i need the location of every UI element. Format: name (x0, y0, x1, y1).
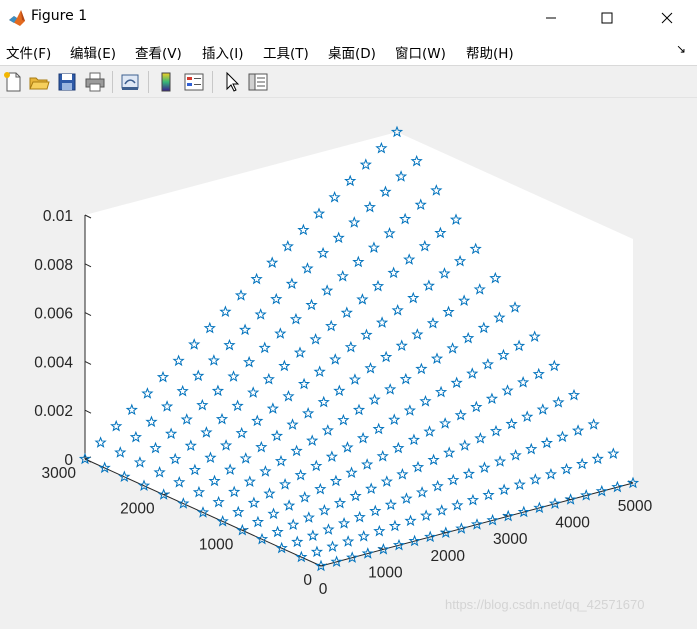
maximize-button[interactable] (584, 0, 630, 36)
watermark-text: https://blog.csdn.net/qq_42571670 (445, 597, 645, 612)
legend-icon[interactable] (183, 71, 205, 93)
colorbar-icon[interactable] (155, 71, 177, 93)
z-tick-label: 0.008 (34, 257, 73, 274)
menu-help[interactable]: 帮助(H) (466, 42, 514, 62)
z-tick-label: 0.006 (34, 306, 73, 323)
figure-canvas[interactable]: 0 1000 2000 3000 4000 5000 0 1000 2000 3000 0 0.002… (0, 97, 697, 625)
property-editor-icon[interactable] (247, 71, 269, 93)
save-icon[interactable] (56, 71, 78, 93)
dock-arrow-icon[interactable]: ↘ (676, 42, 686, 56)
menu-file[interactable]: 文件(F) (6, 42, 51, 62)
menu-edit[interactable]: 编辑(E) (70, 42, 116, 62)
print-icon[interactable] (84, 71, 106, 93)
window-title: Figure 1 (31, 8, 88, 24)
toolbar-separator (212, 71, 213, 93)
link-plot-icon[interactable] (119, 71, 141, 93)
x-tick-label: 2000 (431, 548, 466, 565)
toolbar-separator (148, 71, 149, 93)
z-tick-label: 0.004 (34, 354, 73, 371)
maximize-icon (601, 12, 613, 24)
x-tick-label: 5000 (618, 498, 653, 515)
figure-toolbar (0, 66, 697, 98)
close-icon (661, 12, 673, 24)
matlab-icon (9, 10, 25, 26)
pointer-icon[interactable] (221, 71, 243, 93)
menu-insert[interactable]: 插入(I) (202, 42, 244, 62)
toolbar-separator (112, 71, 113, 93)
menu-view[interactable]: 查看(V) (135, 42, 182, 62)
z-tick-label: 0 (64, 452, 73, 469)
close-button[interactable] (644, 0, 690, 36)
open-file-icon[interactable] (28, 71, 50, 93)
y-tick-label: 2000 (120, 501, 155, 518)
title-bar: Figure 1 (0, 0, 697, 36)
menu-tools[interactable]: 工具(T) (263, 42, 309, 62)
x-tick-label: 1000 (368, 564, 403, 581)
y-tick-label: 0 (303, 572, 312, 589)
menu-desktop[interactable]: 桌面(D) (328, 42, 376, 62)
new-figure-icon[interactable] (2, 71, 24, 93)
menu-window[interactable]: 窗口(W) (395, 42, 446, 62)
y-tick-label: 1000 (199, 536, 234, 553)
menu-bar: 文件(F) 编辑(E) 查看(V) 插入(I) 工具(T) 桌面(D) 窗口(W… (0, 36, 697, 66)
z-tick-label: 0.01 (43, 208, 73, 225)
x-tick-label: 0 (319, 581, 328, 598)
minimize-icon (546, 17, 556, 19)
axes-3d[interactable]: 010002000300040005000010002000300000.002… (0, 97, 697, 625)
z-tick-label: 0.002 (34, 403, 73, 420)
x-tick-label: 3000 (493, 531, 528, 548)
x-tick-label: 4000 (555, 515, 590, 532)
minimize-button[interactable] (528, 0, 574, 36)
